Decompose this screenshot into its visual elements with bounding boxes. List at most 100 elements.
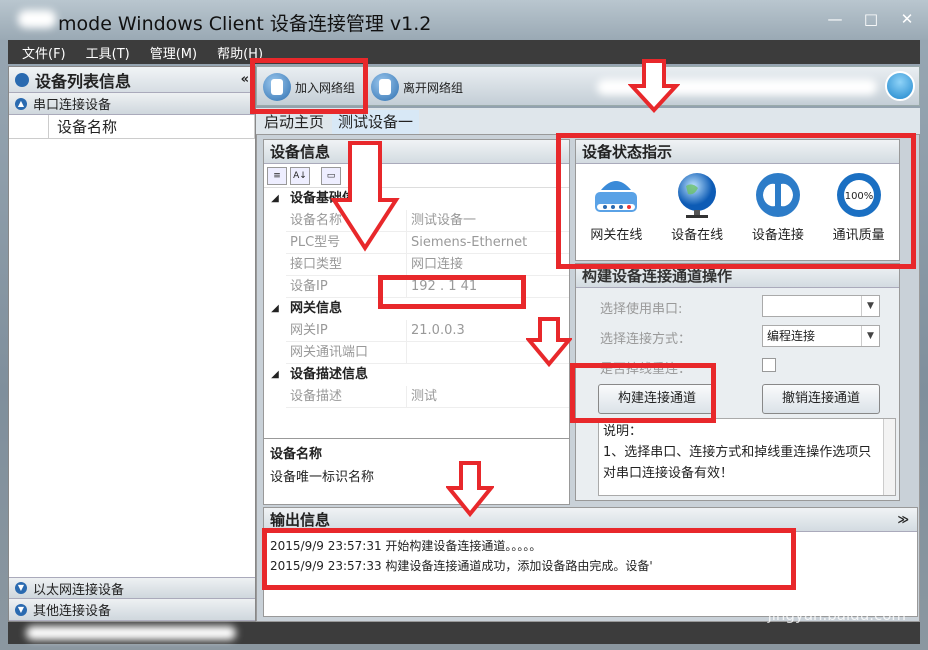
property-key: 网关IP [286, 320, 406, 342]
note-title: 说明： [603, 424, 643, 439]
connect-icon [263, 73, 291, 101]
collapse-triangle-icon: ◢ [271, 193, 279, 204]
device-status-panel: 设备状态指示 网关在线 设备在线 设备连接 100% 通讯质量 [575, 139, 900, 261]
tab-test-device[interactable]: 测试设备一 [332, 110, 420, 134]
reconnect-checkbox[interactable] [762, 358, 776, 372]
property-value[interactable]: 测试设备一 [406, 210, 569, 232]
status-gateway-online: 网关在线 [577, 170, 655, 243]
collapse-triangle-icon: ◢ [271, 303, 279, 314]
property-key: 设备IP [286, 276, 406, 298]
status-label: 设备在线 [671, 228, 724, 243]
property-key: 网关通讯端口 [286, 342, 406, 364]
property-value[interactable] [406, 342, 569, 364]
menu-manage[interactable]: 管理(M) [150, 43, 197, 62]
port-select[interactable]: ▼ [762, 295, 880, 317]
group-ethernet-devices[interactable]: ▼ 以太网连接设备 [9, 577, 255, 599]
device-list-header: 设备列表信息 « [9, 67, 255, 93]
leave-network-group-button[interactable]: 离开网络组 [371, 73, 463, 101]
property-value[interactable]: 测试 [406, 386, 569, 408]
reconnect-label: 是否掉线重连： [600, 362, 692, 377]
redacted-title-prefix [18, 10, 56, 28]
output-title: 输出信息 [270, 511, 331, 529]
collapse-panel-button[interactable]: « [241, 72, 249, 87]
property-key: 设备描述 [286, 386, 406, 408]
menu-bar: 文件(F) 工具(T) 管理(M) 帮助(H) [8, 40, 920, 64]
toolbar: 加入网络组 离开网络组 [256, 66, 920, 106]
group-other-devices[interactable]: ▼ 其他连接设备 [9, 599, 255, 621]
connection-title: 构建设备连接通道操作 [576, 264, 899, 288]
categorized-view-icon[interactable]: ≡ [267, 166, 287, 185]
property-row[interactable]: 网关通讯端口 [264, 342, 569, 364]
property-row[interactable]: PLC型号 Siemens-Ethernet [264, 232, 569, 254]
property-value[interactable]: 网口连接 [406, 254, 569, 276]
log-line: 2015/9/9 23:57:31 开始构建设备连接通道。。。。。 [270, 539, 542, 553]
device-info-title: 设备信息 [264, 140, 569, 164]
tab-bar: 启动主页 测试设备一 [256, 108, 920, 134]
device-info-panel: 设备信息 ≡ A↓ ▭ ◢ 设备基础信息 设备名称 测试设备一 PLC型号 Siemens… [263, 139, 570, 505]
property-category[interactable]: ◢ 设备基础信息 [264, 188, 569, 210]
status-label: 通讯质量 [832, 228, 885, 243]
property-row[interactable]: 设备名称 测试设备一 [264, 210, 569, 232]
leave-label: 离开网络组 [403, 80, 464, 95]
close-button[interactable]: ✕ [896, 10, 918, 28]
method-select[interactable]: 编程连接 ▼ [762, 325, 880, 347]
property-row[interactable]: 设备IP 192 . 1 41 [264, 276, 569, 298]
app-title: mode Windows Client 设备连接管理 v1.2 [58, 13, 432, 35]
list-icon [15, 72, 29, 87]
column-device-name[interactable]: 设备名称 [49, 115, 255, 138]
status-bar [8, 622, 920, 644]
connection-panel: 构建设备连接通道操作 选择使用串口: ▼ 选择连接方式： 编程连接 ▼ 是否掉线重… [575, 263, 900, 501]
property-value[interactable]: 21.0.0.3 [406, 320, 569, 342]
quality-value: 100% [844, 191, 873, 202]
quality-gauge-icon: 100% [836, 173, 881, 217]
property-description: 设备名称 设备唯一标识名称 [264, 438, 569, 504]
chevron-down-icon: ▼ [15, 603, 27, 616]
note-box: 说明： 1、选择串口、连接方式和掉线重连操作选项只对串口连接设备有效！ [598, 418, 896, 496]
device-list-panel: 设备列表信息 « ▲ 串口连接设备 设备名称 ▼ 以太网连接设备 ▼ 其他连接设… [8, 66, 256, 622]
category-label: 设备描述信息 [290, 367, 369, 382]
group-serial-devices[interactable]: ▲ 串口连接设备 [9, 93, 255, 115]
sort-alpha-icon[interactable]: A↓ [290, 166, 310, 185]
menu-tools[interactable]: 工具(T) [86, 43, 130, 62]
property-pages-icon[interactable]: ▭ [321, 166, 341, 185]
user-avatar-icon[interactable] [885, 71, 915, 101]
menu-file[interactable]: 文件(F) [22, 43, 66, 62]
property-row[interactable]: 设备描述 测试 [264, 386, 569, 408]
status-device-connection: 设备连接 [739, 170, 817, 243]
property-row[interactable]: 网关IP 21.0.0.3 [264, 320, 569, 342]
menu-help[interactable]: 帮助(H) [217, 43, 263, 62]
group-ethernet-label: 以太网连接设备 [33, 582, 125, 598]
build-channel-button[interactable]: 构建连接通道 [598, 384, 716, 414]
category-label: 网关信息 [290, 301, 343, 316]
app-window: mode Windows Client 设备连接管理 v1.2 — □ ✕ 文件… [0, 0, 928, 650]
minimize-button[interactable]: — [824, 10, 846, 28]
cancel-channel-button[interactable]: 撤销连接通道 [762, 384, 880, 414]
tab-home[interactable]: 启动主页 [258, 110, 330, 134]
disconnect-icon [371, 73, 399, 101]
status-label: 设备连接 [751, 228, 804, 243]
port-label: 选择使用串口: [600, 302, 683, 317]
status-device-online: 设备在线 [658, 170, 736, 243]
category-label: 设备基础信息 [290, 191, 369, 206]
property-value[interactable]: 192 . 1 41 [406, 276, 569, 298]
collapse-output-button[interactable]: ≫ [897, 508, 909, 531]
chevron-up-icon: ▲ [15, 97, 27, 110]
property-desc-title: 设备名称 [270, 447, 323, 462]
property-desc-text: 设备唯一标识名称 [270, 470, 375, 485]
title-bar: mode Windows Client 设备连接管理 v1.2 — □ ✕ [0, 0, 928, 40]
group-other-label: 其他连接设备 [33, 604, 112, 619]
property-value[interactable]: Siemens-Ethernet [406, 232, 569, 254]
watermark-site: jingyan.baidu.com [767, 606, 906, 624]
globe-icon [678, 173, 717, 218]
property-category[interactable]: ◢ 设备描述信息 [264, 364, 569, 386]
main-panel: 设备信息 ≡ A↓ ▭ ◢ 设备基础信息 设备名称 测试设备一 PLC型号 Siemens… [256, 134, 920, 622]
status-label: 网关在线 [590, 228, 643, 243]
property-category[interactable]: ◢ 网关信息 [264, 298, 569, 320]
property-key: PLC型号 [286, 232, 406, 254]
note-scrollbar[interactable] [883, 419, 895, 495]
maximize-button[interactable]: □ [860, 10, 882, 28]
gateway-icon [595, 181, 638, 212]
property-key: 接口类型 [286, 254, 406, 276]
join-network-group-button[interactable]: 加入网络组 [263, 73, 355, 101]
property-row[interactable]: 接口类型 网口连接 [264, 254, 569, 276]
